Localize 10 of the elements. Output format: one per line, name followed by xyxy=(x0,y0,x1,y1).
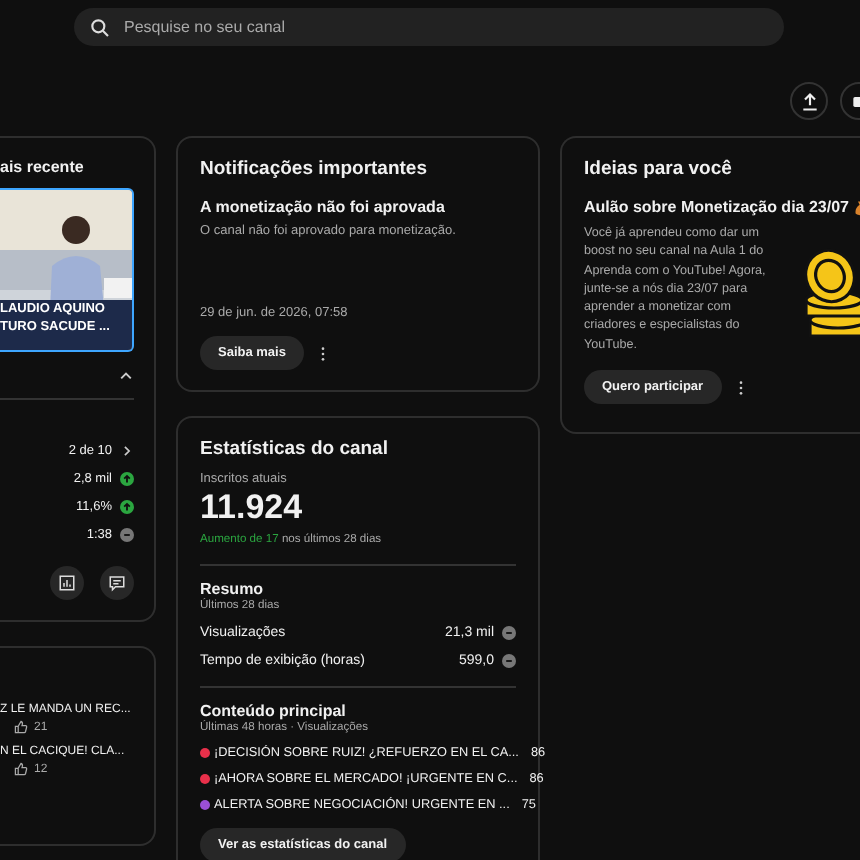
idea-heading: Aulão sobre Monetização dia 23/07 xyxy=(584,198,849,216)
search-field[interactable]: Pesquise no seu canal xyxy=(74,8,784,46)
card-title: Notificações importantes xyxy=(200,158,429,180)
card-title: Estatísticas do canal xyxy=(200,438,390,460)
card-title: ais recente xyxy=(0,158,86,176)
section-title: Conteúdo principal xyxy=(200,702,348,720)
section-title: Resumo xyxy=(200,580,266,598)
card-title: Ideias para você xyxy=(584,158,734,180)
notification-heading: A monetização não foi aprovada xyxy=(200,198,447,216)
subscriber-count: 11.924 xyxy=(200,488,305,528)
